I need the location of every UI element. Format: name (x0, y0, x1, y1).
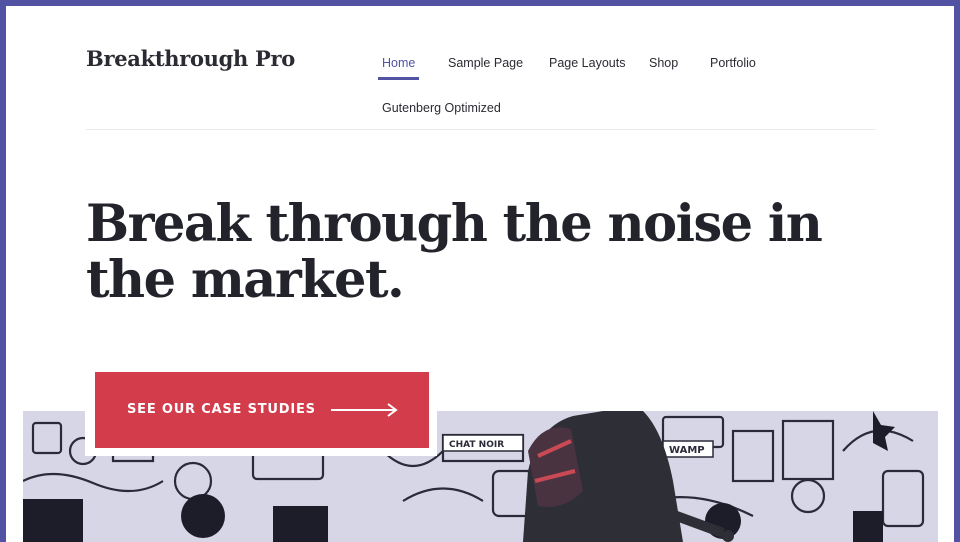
nav-item-shop[interactable]: Shop (649, 56, 678, 70)
mural-sign-wamp: WAMP (669, 445, 705, 456)
site-title[interactable]: Breakthrough Pro (86, 46, 295, 71)
nav-item-page-layouts[interactable]: Page Layouts (549, 56, 625, 70)
page-frame: Breakthrough Pro Home Sample Page Page L… (6, 6, 954, 542)
arrow-right-icon (331, 403, 398, 417)
nav-item-sample-page[interactable]: Sample Page (448, 56, 523, 70)
hero-headline: Break through the noise in the market. (86, 194, 823, 310)
nav-item-label: Portfolio (710, 56, 756, 70)
nav-item-label: Gutenberg Optimized (382, 101, 501, 115)
nav-item-label: Sample Page (448, 56, 524, 70)
active-nav-indicator (378, 77, 420, 80)
nav-item-label: Page Layouts (549, 56, 626, 70)
header-divider (86, 129, 876, 130)
nav-item-portfolio[interactable]: Portfolio (710, 56, 756, 70)
case-studies-button[interactable]: SEE OUR CASE STUDIES (95, 372, 429, 448)
nav-item-label: Shop (649, 56, 679, 70)
nav-item-home[interactable]: Home (378, 56, 420, 80)
mural-sign-chat-noir: CHAT NOIR (449, 440, 504, 450)
nav-item-gutenberg-optimized[interactable]: Gutenberg Optimized (382, 101, 501, 115)
nav-item-label: Home (382, 56, 416, 70)
case-studies-button-label: SEE OUR CASE STUDIES (127, 402, 316, 417)
